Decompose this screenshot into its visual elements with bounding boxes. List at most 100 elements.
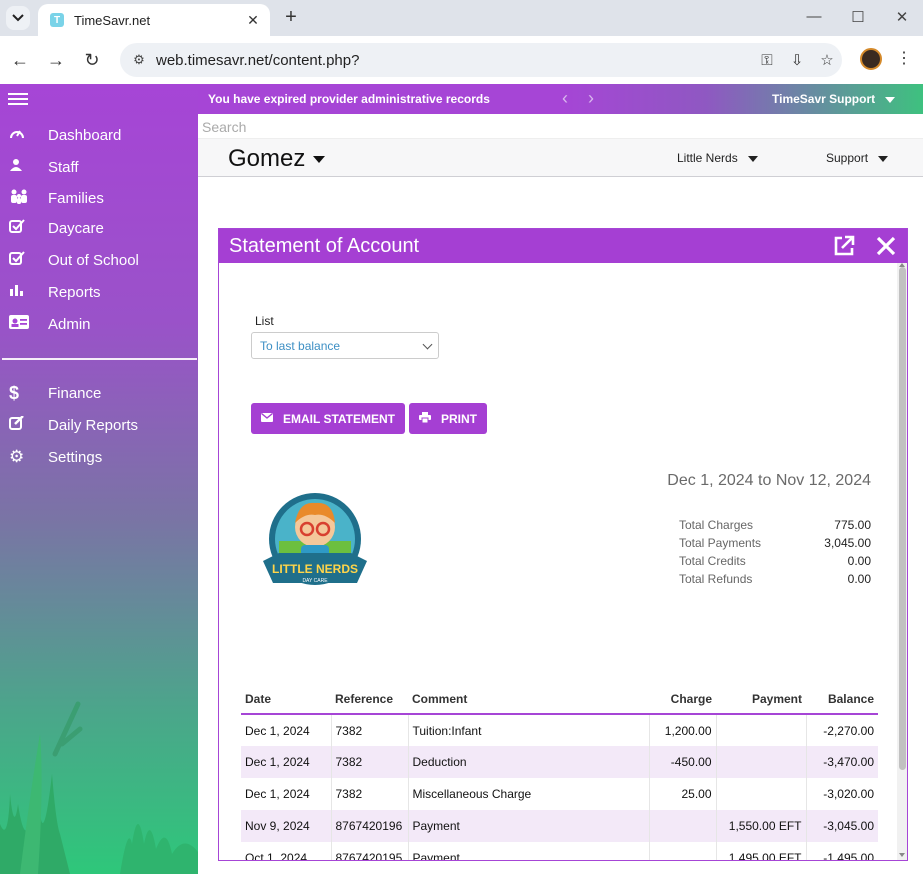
statement-date-range: Dec 1, 2024 to Nov 12, 2024 bbox=[667, 472, 871, 489]
chevron-down-icon bbox=[12, 14, 24, 22]
caret-down-icon bbox=[747, 155, 758, 162]
support-dropdown[interactable]: Support bbox=[826, 151, 889, 165]
sidebar-item-label: Daycare bbox=[48, 219, 104, 237]
cell-comment: Miscellaneous Charge bbox=[408, 778, 650, 810]
sidebar-item-reports[interactable]: Reports bbox=[0, 278, 198, 306]
gear-icon: ⚙ bbox=[9, 447, 25, 466]
list-select[interactable]: To last balance bbox=[251, 332, 439, 359]
cell-date: Dec 1, 2024 bbox=[241, 778, 332, 810]
cell-payment bbox=[716, 714, 807, 746]
statement-modal: Statement of Account List To last balanc… bbox=[218, 228, 908, 861]
tab-search-button[interactable] bbox=[6, 6, 30, 30]
password-key-icon[interactable]: ⚿ bbox=[752, 52, 782, 69]
column-header-comment[interactable]: Comment bbox=[408, 684, 649, 715]
table-row[interactable]: Dec 1, 2024 7382 Deduction -450.00 -3,47… bbox=[241, 746, 878, 778]
column-header-date[interactable]: Date bbox=[241, 684, 331, 715]
table-row[interactable]: Oct 1, 2024 8767420195 Payment 1,495.00 … bbox=[241, 842, 878, 860]
modal-body: List To last balance EMAIL STATEMENT PRI… bbox=[219, 263, 897, 860]
timesavr-support-dropdown[interactable]: TimeSavr Support bbox=[772, 92, 896, 106]
address-url[interactable]: web.timesavr.net/content.php? bbox=[156, 52, 752, 69]
caret-down-icon bbox=[885, 96, 896, 103]
center-dropdown[interactable]: Little Nerds bbox=[677, 151, 758, 165]
sidebar-item-label: Finance bbox=[48, 384, 102, 402]
cell-reference: 8767420195 bbox=[331, 842, 409, 860]
cell-charge: 25.00 bbox=[649, 778, 717, 810]
sidebar-item-finance[interactable]: $ Finance bbox=[0, 379, 198, 407]
alert-bar: You have expired provider administrative… bbox=[198, 84, 923, 114]
logo-text: LITTLE NERDS bbox=[272, 562, 358, 576]
support-label: TimeSavr Support bbox=[772, 92, 876, 106]
sidebar-item-label: Daily Reports bbox=[48, 416, 139, 434]
sidebar-item-admin[interactable]: Admin bbox=[0, 310, 198, 338]
cell-date: Nov 9, 2024 bbox=[241, 810, 332, 842]
cell-balance: -3,470.00 bbox=[806, 746, 878, 778]
back-arrow-icon[interactable]: ← bbox=[8, 48, 32, 72]
sidebar-item-label: Settings bbox=[48, 448, 103, 466]
sidebar-item-daily-reports[interactable]: Daily Reports bbox=[0, 411, 198, 439]
cell-payment: 1,495.00 EFT bbox=[716, 842, 807, 860]
window-close-icon[interactable]: ✕ bbox=[892, 8, 912, 26]
cell-charge bbox=[649, 842, 717, 860]
sidebar-item-out-of-school[interactable]: Out of School bbox=[0, 246, 198, 274]
browser-menu-icon[interactable]: ⋮ bbox=[896, 48, 912, 68]
bookmark-star-icon[interactable]: ☆ bbox=[812, 51, 842, 69]
print-button[interactable]: PRINT bbox=[409, 403, 487, 434]
new-tab-icon[interactable]: + bbox=[280, 6, 302, 28]
previous-alert-icon[interactable]: ‹ bbox=[562, 88, 568, 109]
printer-icon bbox=[419, 411, 431, 426]
browser-tab[interactable]: T TimeSavr.net ✕ bbox=[38, 4, 270, 36]
column-header-reference[interactable]: Reference bbox=[331, 684, 408, 715]
scroll-down-arrow-icon[interactable] bbox=[899, 853, 905, 857]
table-row[interactable]: Nov 9, 2024 8767420196 Payment 1,550.00 … bbox=[241, 810, 878, 842]
family-name: Gomez bbox=[228, 145, 306, 172]
table-row[interactable]: Dec 1, 2024 7382 Tuition:Infant 1,200.00… bbox=[241, 714, 878, 746]
table-row[interactable]: Dec 1, 2024 7382 Miscellaneous Charge 25… bbox=[241, 778, 878, 810]
sidebar-item-families[interactable]: Families bbox=[0, 184, 198, 212]
total-charges-row: Total Charges 775.00 bbox=[679, 518, 871, 536]
cell-balance: -2,270.00 bbox=[823, 723, 874, 738]
tab-title: TimeSavr.net bbox=[74, 12, 151, 28]
list-label: List bbox=[255, 314, 274, 328]
sidebar-item-daycare[interactable]: Daycare bbox=[0, 214, 198, 242]
column-header-payment[interactable]: Payment bbox=[716, 684, 806, 715]
statement-totals: Total Charges 775.00 Total Payments 3,04… bbox=[679, 518, 871, 590]
site-info-icon[interactable]: ⚙ bbox=[128, 52, 150, 68]
sidebar-item-settings[interactable]: ⚙ Settings bbox=[0, 443, 198, 471]
sidebar-item-label: Out of School bbox=[48, 251, 139, 269]
center-label: Little Nerds bbox=[677, 151, 738, 165]
modal-title: Statement of Account bbox=[229, 235, 420, 257]
maximize-icon[interactable]: ☐ bbox=[848, 8, 868, 26]
cell-reference: 7382 bbox=[331, 778, 409, 810]
ledger-header-row: Date Reference Comment Charge Payment Ba… bbox=[241, 684, 878, 715]
minimize-icon[interactable]: — bbox=[804, 8, 824, 25]
email-statement-button[interactable]: EMAIL STATEMENT bbox=[251, 403, 405, 434]
scroll-thumb[interactable] bbox=[899, 267, 906, 770]
timesavr-favicon-icon: T bbox=[50, 13, 64, 27]
install-app-icon[interactable]: ⇩ bbox=[782, 51, 812, 69]
reload-icon[interactable]: ↻ bbox=[80, 48, 104, 72]
grass-decoration bbox=[0, 701, 198, 874]
sidebar-item-staff[interactable]: Staff bbox=[0, 153, 198, 181]
cell-charge bbox=[649, 810, 717, 842]
family-dropdown[interactable]: Gomez bbox=[228, 145, 326, 173]
expired-records-alert[interactable]: You have expired provider administrative… bbox=[208, 92, 490, 106]
next-alert-icon[interactable]: › bbox=[588, 88, 594, 109]
logo-subtext: DAY CARE bbox=[302, 578, 328, 584]
chevron-down-icon bbox=[422, 339, 433, 350]
bar-chart-icon bbox=[0, 283, 48, 301]
profile-avatar[interactable] bbox=[860, 48, 882, 70]
column-header-balance[interactable]: Balance bbox=[806, 684, 878, 715]
search-input[interactable] bbox=[198, 114, 598, 139]
hamburger-menu-icon[interactable] bbox=[8, 93, 28, 108]
open-external-icon[interactable] bbox=[831, 233, 857, 259]
cell-reference: 7382 bbox=[331, 746, 409, 778]
modal-scrollbar[interactable] bbox=[897, 263, 907, 860]
user-icon bbox=[0, 158, 48, 176]
forward-arrow-icon[interactable]: → bbox=[44, 48, 68, 72]
address-bar[interactable]: ⚙ web.timesavr.net/content.php? ⚿ ⇩ ☆ bbox=[120, 43, 842, 77]
sidebar-item-dashboard[interactable]: Dashboard bbox=[0, 121, 198, 149]
tab-close-icon[interactable]: ✕ bbox=[244, 12, 262, 29]
total-value: 775.00 bbox=[834, 518, 871, 532]
close-icon[interactable] bbox=[873, 233, 899, 259]
column-header-charge[interactable]: Charge bbox=[649, 684, 716, 715]
